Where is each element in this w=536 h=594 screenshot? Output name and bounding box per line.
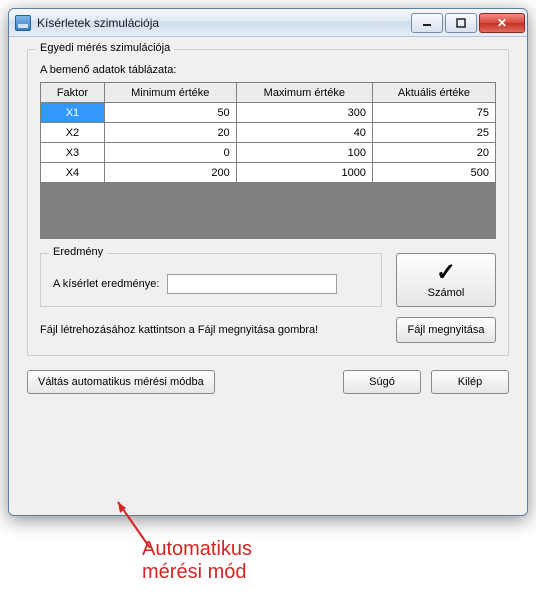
client-area: Egyedi mérés szimulációja A bemenő adato… xyxy=(9,37,527,515)
table-row[interactable]: X42001000500 xyxy=(41,163,496,183)
bottom-row: Váltás automatikus mérési módba Súgó Kil… xyxy=(27,370,509,394)
result-row: Eredmény A kísérlet eredménye: ✓ Számol xyxy=(40,253,496,307)
cell-max[interactable]: 40 xyxy=(236,123,372,143)
input-table[interactable]: Faktor Minimum értéke Maximum értéke Akt… xyxy=(40,82,496,183)
calculate-button-label: Számol xyxy=(428,287,465,299)
titlebar: Kísérletek szimulációja ✕ xyxy=(9,9,527,37)
cell-max[interactable]: 1000 xyxy=(236,163,372,183)
cell-max[interactable]: 300 xyxy=(236,103,372,123)
col-max: Maximum értéke xyxy=(236,83,372,103)
check-icon: ✓ xyxy=(436,261,456,285)
table-header-label: A bemenő adatok táblázata: xyxy=(40,64,496,76)
annotation-line2: mérési mód xyxy=(142,561,246,583)
annotation-label: Automatikus mérési mód xyxy=(142,538,252,584)
mode-switch-button[interactable]: Váltás automatikus mérési módba xyxy=(27,370,215,394)
minimize-button[interactable] xyxy=(411,13,443,33)
cell-min[interactable]: 20 xyxy=(104,123,236,143)
cell-min[interactable]: 200 xyxy=(104,163,236,183)
col-factor: Faktor xyxy=(41,83,105,103)
maximize-button[interactable] xyxy=(445,13,477,33)
file-row: Fájl létrehozásához kattintson a Fájl me… xyxy=(40,317,496,343)
exit-button-label: Kilép xyxy=(458,376,482,388)
cell-current[interactable]: 20 xyxy=(372,143,495,163)
cell-factor[interactable]: X2 xyxy=(41,123,105,143)
calculate-button[interactable]: ✓ Számol xyxy=(396,253,496,307)
cell-current[interactable]: 25 xyxy=(372,123,495,143)
app-window: Kísérletek szimulációja ✕ Egyedi mérés s… xyxy=(8,8,528,516)
cell-min[interactable]: 0 xyxy=(104,143,236,163)
cell-factor[interactable]: X3 xyxy=(41,143,105,163)
help-button-label: Súgó xyxy=(369,376,395,388)
result-label: A kísérlet eredménye: xyxy=(53,278,159,290)
exit-button[interactable]: Kilép xyxy=(431,370,509,394)
minimize-icon xyxy=(422,18,432,28)
cell-factor[interactable]: X4 xyxy=(41,163,105,183)
cell-factor[interactable]: X1 xyxy=(41,103,105,123)
input-table-wrap: Faktor Minimum értéke Maximum értéke Akt… xyxy=(40,82,496,239)
annotation-line1: Automatikus xyxy=(142,538,252,560)
window-title: Kísérletek szimulációja xyxy=(37,16,409,30)
group-legend: Egyedi mérés szimulációja xyxy=(36,42,174,54)
table-row[interactable]: X3010020 xyxy=(41,143,496,163)
result-legend: Eredmény xyxy=(49,246,107,258)
result-group: Eredmény A kísérlet eredménye: xyxy=(40,253,382,307)
cell-max[interactable]: 100 xyxy=(236,143,372,163)
col-min: Minimum értéke xyxy=(104,83,236,103)
table-row[interactable]: X15030075 xyxy=(41,103,496,123)
help-button[interactable]: Súgó xyxy=(343,370,421,394)
close-button[interactable]: ✕ xyxy=(479,13,525,33)
cell-current[interactable]: 75 xyxy=(372,103,495,123)
file-hint: Fájl létrehozásához kattintson a Fájl me… xyxy=(40,324,318,336)
mode-switch-button-label: Váltás automatikus mérési módba xyxy=(38,376,204,388)
file-open-button[interactable]: Fájl megnyitása xyxy=(396,317,496,343)
close-icon: ✕ xyxy=(497,16,507,30)
cell-min[interactable]: 50 xyxy=(104,103,236,123)
table-header-row: Faktor Minimum értéke Maximum értéke Akt… xyxy=(41,83,496,103)
maximize-icon xyxy=(456,18,466,28)
cell-current[interactable]: 500 xyxy=(372,163,495,183)
result-input[interactable] xyxy=(167,274,337,294)
app-icon xyxy=(15,15,31,31)
simulation-group: Egyedi mérés szimulációja A bemenő adato… xyxy=(27,49,509,356)
col-current: Aktuális értéke xyxy=(372,83,495,103)
file-open-button-label: Fájl megnyitása xyxy=(407,324,484,336)
table-row[interactable]: X2204025 xyxy=(41,123,496,143)
